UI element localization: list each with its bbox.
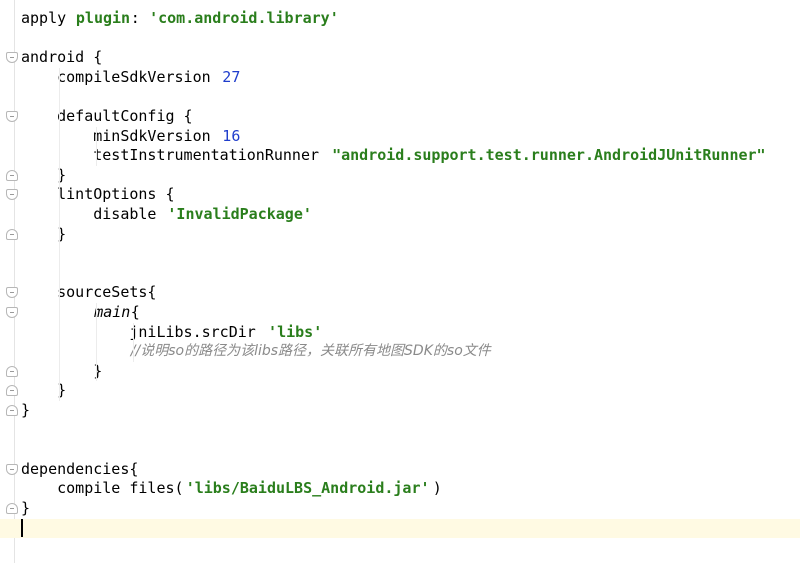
code-line[interactable]: //说明so的路径为该libs路径，关联所有地图SDK的so文件 — [0, 342, 800, 362]
code-line[interactable]: android { — [0, 48, 800, 68]
code-line[interactable]: testInstrumentationRunner "android.suppo… — [0, 146, 800, 166]
code-token: sourceSets{ — [21, 283, 157, 302]
code-line[interactable] — [0, 421, 800, 441]
code-line[interactable]: dependencies{ — [0, 460, 800, 480]
code-line[interactable]: lintOptions { — [0, 185, 800, 205]
code-line[interactable]: minSdkVersion 16 — [0, 127, 800, 147]
code-token: } — [21, 361, 103, 380]
code-line[interactable] — [0, 518, 800, 539]
code-token: minSdkVersion — [21, 126, 220, 145]
code-line[interactable] — [0, 244, 800, 264]
code-token: jniLibs.srcDir — [21, 322, 265, 341]
code-token: lintOptions { — [21, 185, 175, 204]
code-line[interactable]: main{ — [0, 303, 800, 323]
code-line[interactable]: } — [0, 499, 800, 519]
code-token: { — [130, 303, 140, 321]
code-line[interactable] — [0, 264, 800, 284]
indent-guide — [133, 322, 134, 362]
code-token: : — [130, 9, 149, 27]
code-token: ) — [432, 479, 442, 498]
code-token: dependencies{ — [21, 459, 139, 478]
code-token: compile files( — [21, 479, 184, 498]
code-line[interactable]: compile files('libs/BaiduLBS_Android.jar… — [0, 479, 800, 499]
code-token: defaultConfig { — [21, 107, 193, 125]
fold-marker-icon[interactable] — [6, 503, 18, 514]
code-token: } — [21, 401, 31, 419]
code-token: } — [21, 499, 31, 517]
fold-marker-icon[interactable] — [6, 463, 18, 475]
code-line[interactable]: } — [0, 381, 800, 401]
code-line[interactable]: sourceSets{ — [0, 283, 800, 303]
code-token: 'InvalidPackage' — [167, 205, 312, 223]
code-token: disable — [21, 205, 166, 223]
code-line[interactable] — [0, 29, 800, 49]
code-line[interactable]: jniLibs.srcDir 'libs' — [0, 323, 800, 343]
code-token: compileSdkVersion — [21, 67, 220, 86]
fold-marker-icon[interactable] — [6, 365, 18, 377]
code-token: 'com.android.library' — [149, 9, 339, 27]
code-line[interactable] — [0, 440, 800, 460]
code-token: 27 — [222, 67, 241, 86]
code-line[interactable]: defaultConfig { — [0, 107, 800, 127]
code-line[interactable]: } — [0, 362, 800, 382]
code-token: 'libs' — [268, 322, 323, 341]
code-line[interactable]: } — [0, 225, 800, 245]
code-line[interactable]: apply plugin: 'com.android.library' — [0, 9, 800, 29]
fold-marker-icon[interactable] — [6, 405, 18, 416]
fold-marker-icon[interactable] — [6, 228, 18, 240]
text-cursor — [21, 519, 23, 537]
code-line[interactable] — [0, 87, 800, 107]
code-token: 'libs/BaiduLBS_Android.jar' — [185, 479, 430, 498]
code-token: android { — [21, 48, 103, 67]
fold-marker-icon[interactable] — [6, 169, 18, 181]
code-line[interactable]: } — [0, 166, 800, 186]
fold-marker-icon[interactable] — [6, 385, 18, 397]
indent-guide — [96, 303, 97, 382]
code-token: testInstrumentationRunner — [21, 146, 329, 165]
code-line[interactable]: disable 'InvalidPackage' — [0, 205, 800, 225]
code-token: apply — [21, 9, 76, 27]
code-token: plugin — [75, 9, 131, 27]
code-token: //说明so的路径为该libs路径，关联所有地图SDK的so文件 — [130, 343, 491, 360]
code-token: main — [94, 303, 131, 321]
code-line[interactable]: compileSdkVersion 27 — [0, 68, 800, 88]
indent-guide — [96, 126, 97, 166]
code-token: 16 — [222, 126, 241, 145]
code-token: "android.support.test.runner.AndroidJUni… — [332, 146, 766, 165]
indent-guide — [59, 67, 60, 401]
code-line[interactable]: } — [0, 401, 800, 421]
